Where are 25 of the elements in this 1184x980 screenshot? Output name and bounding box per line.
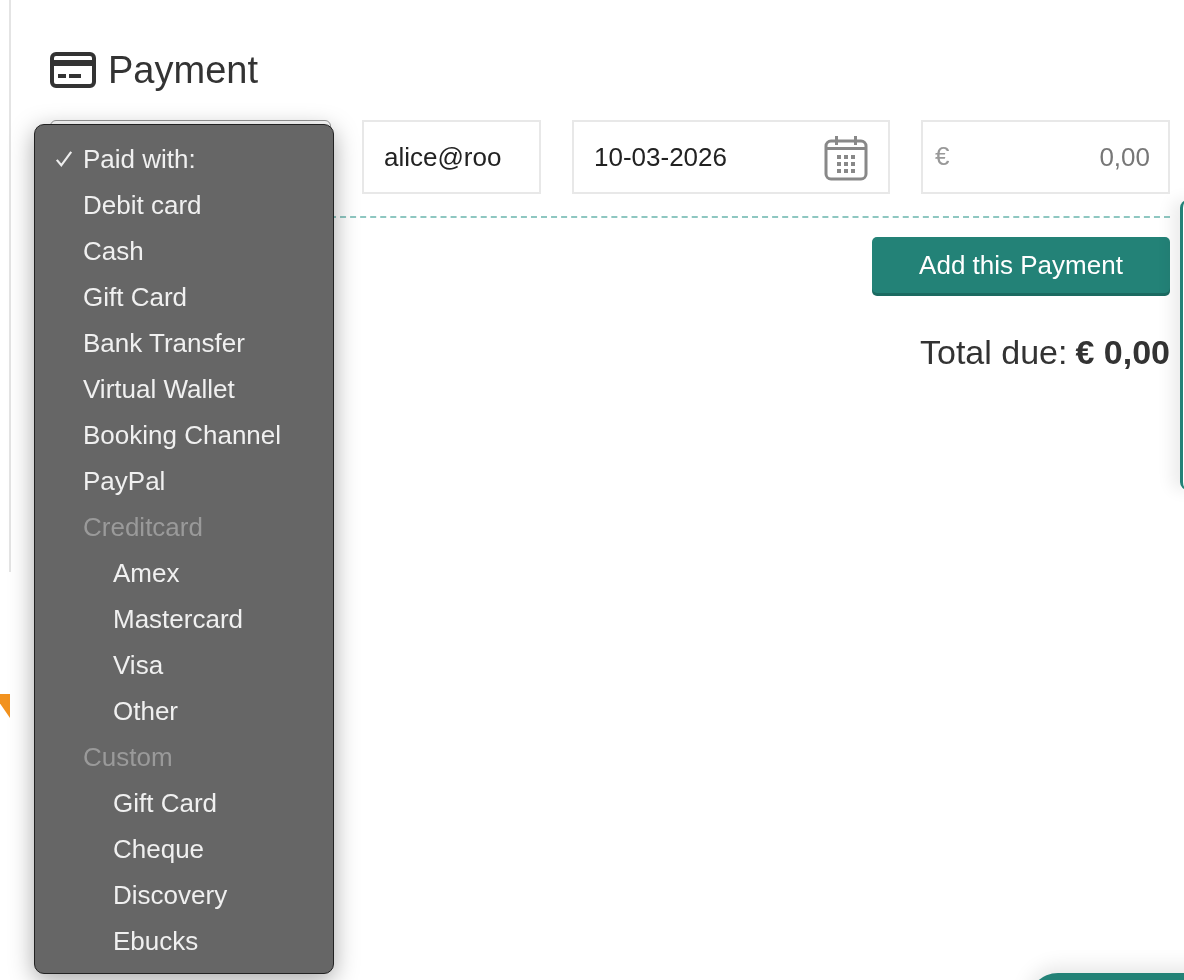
email-field[interactable]: alice@roo <box>362 120 541 194</box>
menu-option[interactable]: Amex <box>35 550 333 596</box>
menu-option[interactable]: Gift Card <box>35 780 333 826</box>
menu-option[interactable]: Booking Channel <box>35 412 333 458</box>
calendar-icon[interactable] <box>822 133 870 181</box>
total-label: Total due: <box>920 333 1068 371</box>
menu-option[interactable]: Debit card <box>35 182 333 228</box>
menu-option[interactable]: Cheque <box>35 826 333 872</box>
date-field[interactable]: 10-03-2026 <box>572 120 890 194</box>
menu-option[interactable]: Cash <box>35 228 333 274</box>
menu-option[interactable]: PayPal <box>35 458 333 504</box>
total-amount: € 0,00 <box>1075 333 1170 371</box>
section-title: Payment <box>108 48 258 92</box>
menu-option[interactable]: Ebucks <box>35 918 333 964</box>
credit-card-icon <box>50 52 96 88</box>
menu-option[interactable]: Mastercard <box>35 596 333 642</box>
menu-option[interactable]: Gift Card <box>35 274 333 320</box>
menu-option[interactable]: Discovery <box>35 872 333 918</box>
menu-option[interactable]: Bank Transfer <box>35 320 333 366</box>
currency-symbol: € <box>935 140 950 172</box>
add-payment-button[interactable]: Add this Payment <box>872 237 1170 293</box>
menu-option[interactable]: Other <box>35 688 333 734</box>
menu-option[interactable]: Virtual Wallet <box>35 366 333 412</box>
menu-option[interactable]: Visa <box>35 642 333 688</box>
menu-option[interactable]: Paid with: <box>35 136 333 182</box>
